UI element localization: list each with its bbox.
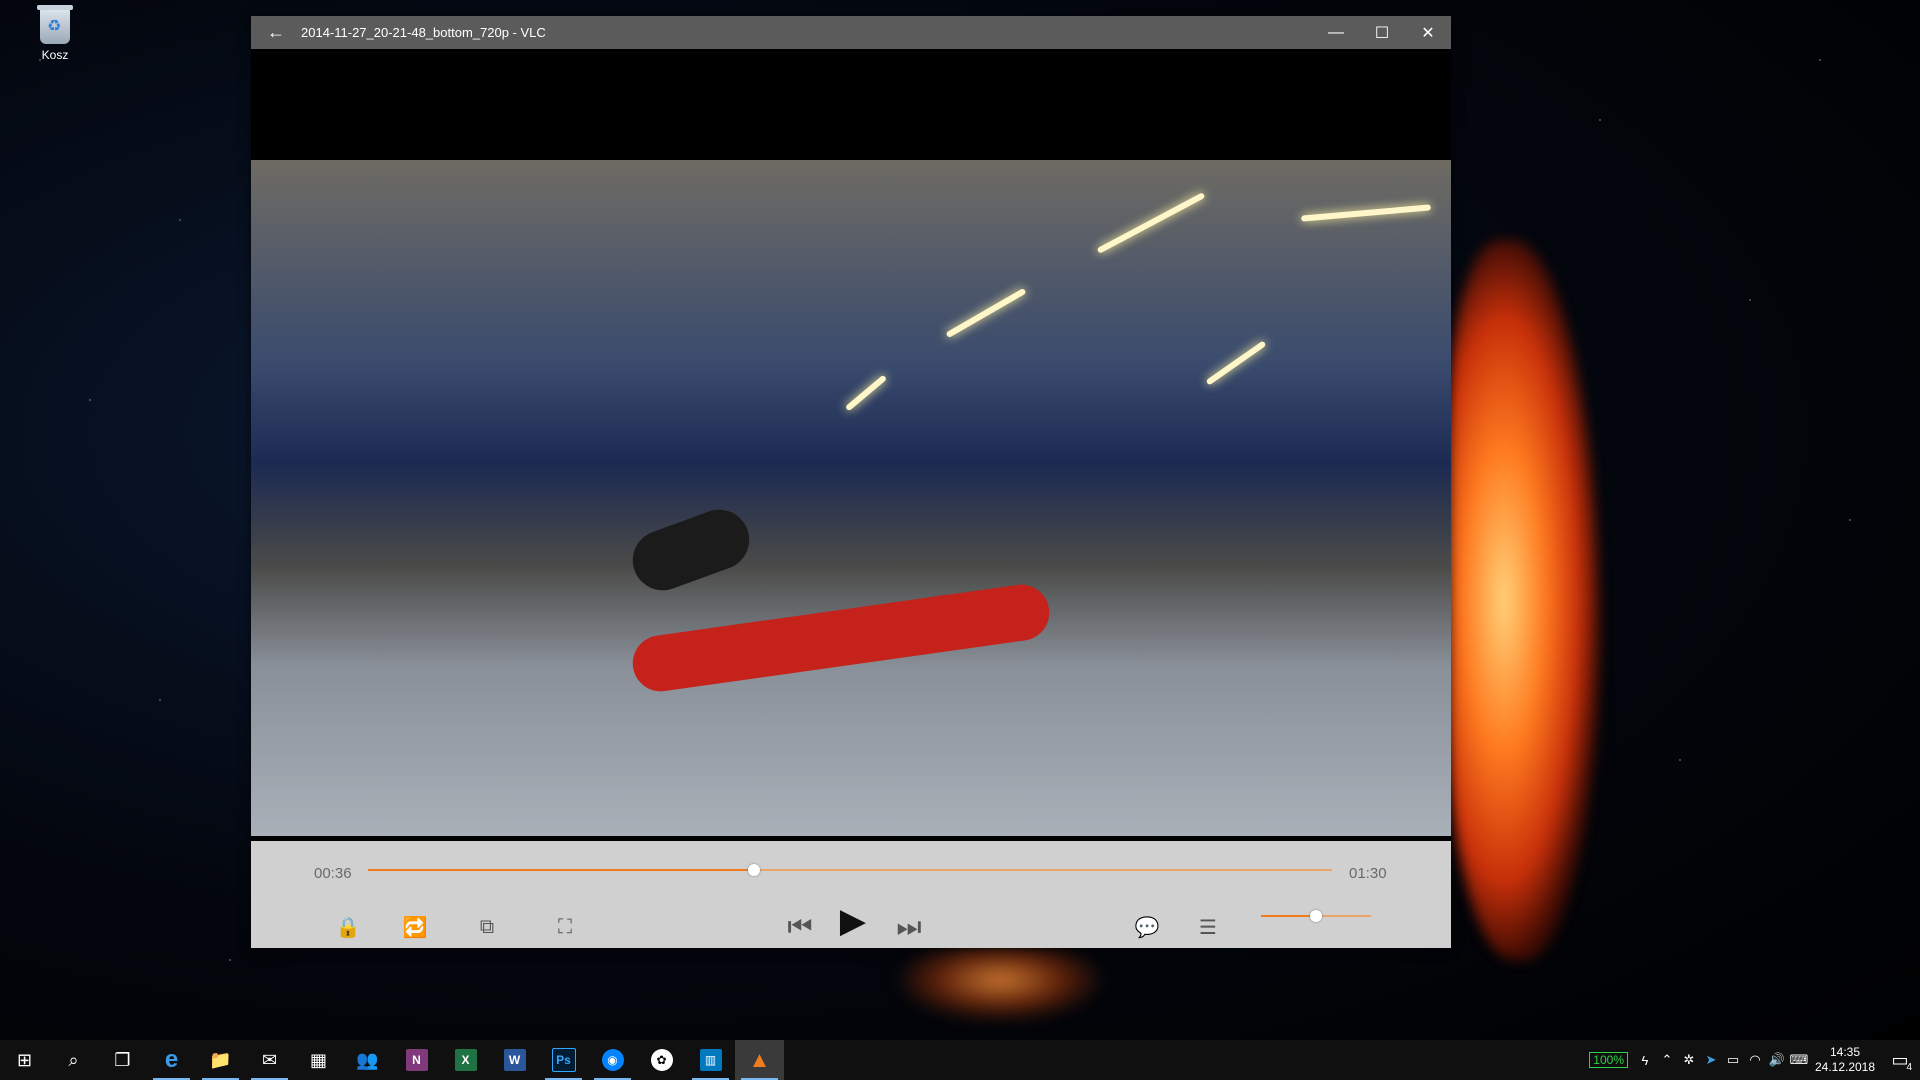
excel-task[interactable]: X [441, 1040, 490, 1080]
people-icon[interactable]: 👥 [343, 1040, 392, 1080]
lock-icon[interactable]: 🔒 [330, 909, 366, 945]
seek-bar[interactable] [368, 864, 1332, 876]
trello-icon: ▥ [699, 1049, 722, 1071]
volume-slider-handle[interactable] [1310, 910, 1322, 922]
action-center-icon[interactable]: ▭ 4 [1880, 1040, 1920, 1080]
excel-icon: X [454, 1049, 477, 1071]
repeat-icon[interactable]: 🔁 [397, 909, 433, 945]
clock-time: 14:35 [1829, 1045, 1861, 1059]
word-icon: W [503, 1049, 526, 1071]
ceiling-light [1300, 204, 1432, 222]
app-task[interactable]: ✿ [637, 1040, 686, 1080]
onenote-task[interactable]: N [392, 1040, 441, 1080]
taskbar: ⊞ ⌕ ❐ e 📁 ✉ ▦ 👥 N X W Ps ◉ ✿ ▥ ▲ 100% ϟ … [0, 1040, 1920, 1080]
desktop-wallpaper-flame [1440, 240, 1600, 960]
player-controls: 00:36 01:30 🔒 🔁 ⧉ ⛶ ⏮ ▶ ⏭ 💬 ☰ [251, 841, 1451, 948]
messenger-task[interactable]: ◉ [588, 1040, 637, 1080]
title-bar: ← 2014-11-27_20-21-48_bottom_720p - VLC … [251, 16, 1451, 49]
back-button[interactable]: ← [251, 22, 301, 43]
volume-slider[interactable] [1261, 910, 1371, 922]
recycle-bin-icon [37, 5, 73, 44]
charging-icon[interactable]: ϟ [1634, 1053, 1656, 1068]
close-button[interactable]: ✕ [1405, 23, 1451, 43]
edge-icon[interactable]: e [147, 1040, 196, 1080]
app-icon: ✿ [650, 1049, 673, 1071]
minimize-button[interactable]: — [1313, 24, 1359, 42]
photoshop-icon: Ps [551, 1048, 576, 1072]
total-duration: 01:30 [1349, 865, 1387, 882]
ceiling-light [1205, 340, 1267, 386]
trello-task[interactable]: ▥ [686, 1040, 735, 1080]
window-title: 2014-11-27_20-21-48_bottom_720p - VLC [301, 25, 546, 40]
start-button[interactable]: ⊞ [0, 1040, 49, 1080]
system-tray: 100% ϟ ⌃ ✲ ➤ ▭ ◠ 🔊 ⌨ 14:35 24.12.2018 ▭ … [1589, 1040, 1920, 1080]
desktop-icon-recycle-bin[interactable]: Kosz [30, 5, 80, 62]
battery-icon[interactable]: ▭ [1722, 1052, 1744, 1068]
settings-gear-icon[interactable]: ✲ [1678, 1052, 1700, 1068]
elapsed-time: 00:36 [314, 865, 352, 882]
next-icon[interactable]: ⏭ [891, 909, 927, 945]
instructor-figure [624, 501, 758, 599]
word-task[interactable]: W [490, 1040, 539, 1080]
task-view-icon[interactable]: ❐ [98, 1040, 147, 1080]
telegram-icon[interactable]: ➤ [1700, 1052, 1722, 1068]
search-icon[interactable]: ⌕ [49, 1040, 98, 1080]
fullscreen-icon[interactable]: ⛶ [547, 909, 583, 945]
seek-bar-progress [368, 869, 754, 871]
show-hidden-icons-icon[interactable]: ⌃ [1656, 1052, 1678, 1068]
mail-icon[interactable]: ✉ [245, 1040, 294, 1080]
clock-date: 24.12.2018 [1814, 1060, 1876, 1074]
calendar-icon[interactable]: ▦ [294, 1040, 343, 1080]
onenote-icon: N [405, 1049, 428, 1071]
ceiling-light [844, 374, 888, 412]
vlc-window: ← 2014-11-27_20-21-48_bottom_720p - VLC … [251, 16, 1451, 948]
play-icon[interactable]: ▶ [835, 902, 871, 940]
maximize-button[interactable]: ☐ [1359, 23, 1405, 43]
photoshop-task[interactable]: Ps [539, 1040, 588, 1080]
wifi-icon[interactable]: ◠ [1744, 1052, 1766, 1068]
equalizer-icon[interactable]: ☰ [1190, 909, 1226, 945]
seek-bar-handle[interactable] [747, 864, 760, 876]
video-frame[interactable] [251, 160, 1451, 836]
previous-icon[interactable]: ⏮ [782, 909, 818, 945]
messenger-icon: ◉ [601, 1049, 624, 1071]
battery-indicator[interactable]: 100% [1589, 1052, 1628, 1068]
notification-count: 4 [1906, 1062, 1912, 1073]
keyboard-icon[interactable]: ⌨ [1788, 1052, 1810, 1068]
clock[interactable]: 14:35 24.12.2018 [1810, 1045, 1880, 1075]
screenshot-icon[interactable]: ⧉ [469, 909, 505, 945]
ceiling-light [945, 287, 1027, 339]
vlc-icon[interactable]: ▲ [735, 1040, 784, 1080]
subtitles-icon[interactable]: 💬 [1129, 909, 1165, 945]
flyer-figure [629, 581, 1053, 695]
volume-icon[interactable]: 🔊 [1766, 1052, 1788, 1068]
desktop-icon-label: Kosz [41, 48, 69, 62]
desktop-wallpaper-flame-bottom [900, 940, 1100, 1020]
volume-slider-level [1261, 915, 1316, 917]
file-explorer-icon[interactable]: 📁 [196, 1040, 245, 1080]
ceiling-light [1096, 192, 1206, 254]
